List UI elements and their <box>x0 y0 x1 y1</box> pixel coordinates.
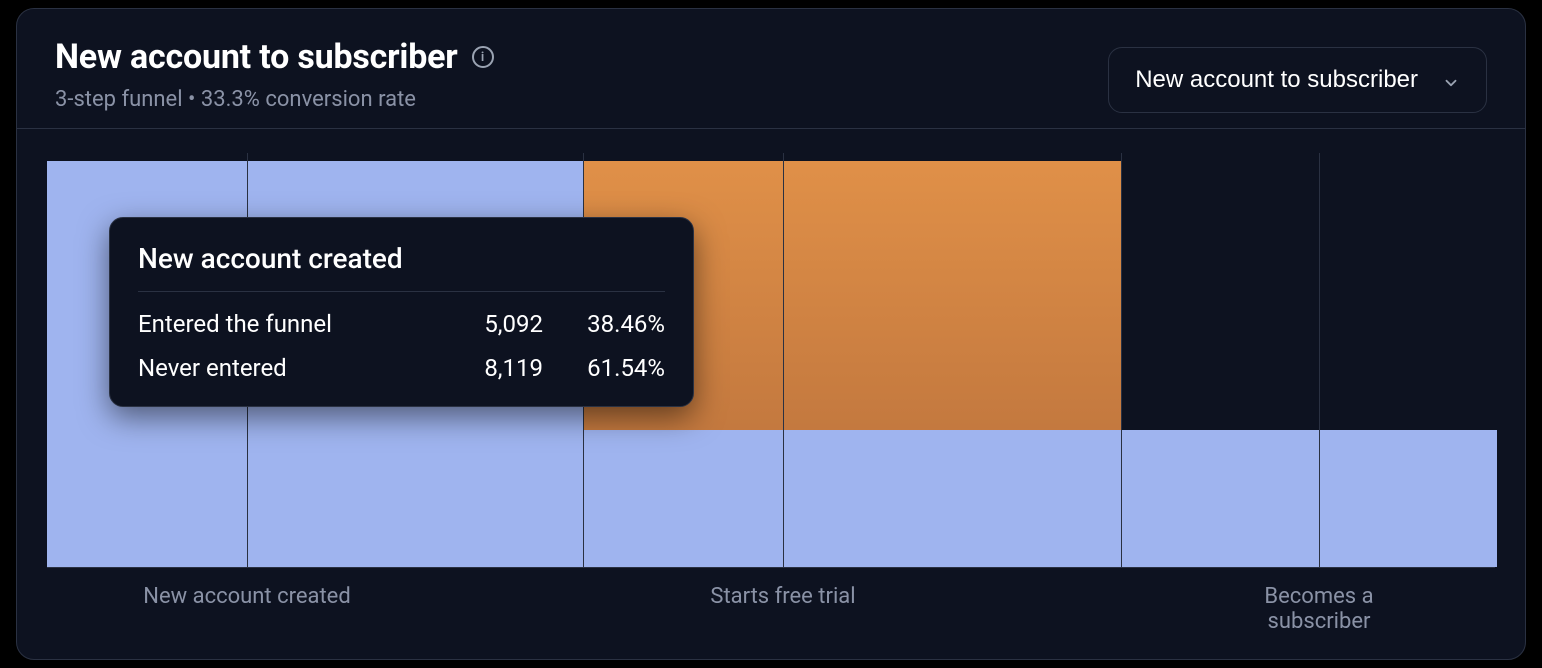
chart-slot <box>1121 153 1319 567</box>
bar-step-2[interactable] <box>584 430 783 567</box>
x-axis-label: Becomes a subscriber <box>1231 584 1407 634</box>
tooltip-row-count: 5,092 <box>463 310 543 338</box>
tooltip-row-pct: 61.54% <box>565 354 665 382</box>
card-title: New account to subscriber <box>55 37 458 77</box>
x-axis-labels: New account created Starts free trial Be… <box>47 568 1495 628</box>
info-icon[interactable]: i <box>472 46 494 68</box>
bar-step-3[interactable] <box>1320 430 1497 567</box>
tooltip-title: New account created <box>138 242 665 292</box>
bar-step-3[interactable] <box>1122 430 1319 567</box>
chart-slot <box>1319 153 1497 567</box>
chart-slot <box>783 153 1121 567</box>
tooltip-row-count: 8,119 <box>463 354 543 382</box>
funnel-selector-label: New account to subscriber <box>1135 66 1418 94</box>
chart-tooltip: New account created Entered the funnel 5… <box>109 217 694 407</box>
tooltip-row-label: Never entered <box>138 354 441 382</box>
title-row: New account to subscriber i <box>55 37 494 77</box>
tooltip-row: Entered the funnel 5,092 38.46% <box>138 310 665 338</box>
tooltip-rows: Entered the funnel 5,092 38.46% Never en… <box>138 310 665 382</box>
tooltip-row-pct: 38.46% <box>565 310 665 338</box>
chart-body: New account created Starts free trial Be… <box>17 129 1525 660</box>
tooltip-row: Never entered 8,119 61.54% <box>138 354 665 382</box>
card-subtitle: 3-step funnel • 33.3% conversion rate <box>55 87 494 112</box>
chevron-down-icon <box>1442 71 1460 89</box>
tooltip-row-label: Entered the funnel <box>138 310 441 338</box>
title-block: New account to subscriber i 3-step funne… <box>55 37 494 112</box>
card-header: New account to subscriber i 3-step funne… <box>17 9 1525 129</box>
x-axis-label: New account created <box>143 584 351 609</box>
funnel-card: New account to subscriber i 3-step funne… <box>16 8 1526 660</box>
funnel-selector[interactable]: New account to subscriber <box>1108 47 1487 113</box>
bar-step-2[interactable] <box>784 430 1121 567</box>
x-axis-label: Starts free trial <box>710 584 855 609</box>
